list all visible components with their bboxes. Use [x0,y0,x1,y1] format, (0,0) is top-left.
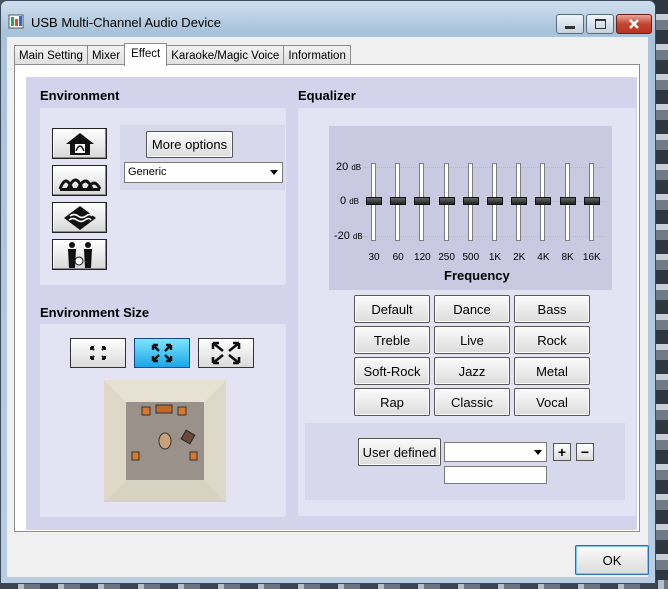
db-label-min: -20 dB [334,230,363,242]
room-size-medium-button[interactable] [134,338,190,368]
environment-preset-value: Generic [128,166,167,178]
room-size-small-button[interactable] [70,338,126,368]
eq-preset-jazz-button[interactable]: Jazz [434,357,510,385]
house-icon [65,132,94,155]
equalizer-title: Equalizer [298,88,356,103]
tab-karaoke-magic-voice[interactable]: Karaoke/Magic Voice [166,45,285,65]
window-title: USB Multi-Channel Audio Device [31,15,222,30]
eq-slider-60[interactable] [390,163,407,241]
eq-slider-8K[interactable] [559,163,576,241]
eq-slider-30[interactable] [366,163,382,241]
db-max-value: 20 [336,161,349,173]
env-underwater-button[interactable] [52,202,107,233]
eq-slider-thumb[interactable] [511,197,528,205]
close-icon [629,19,639,29]
app-icon [8,14,24,29]
eq-slider-500[interactable] [462,163,479,241]
eq-band-label: 8K [561,252,574,263]
db-zero-value: 0 [340,195,347,207]
eq-preset-rap-button[interactable]: Rap [354,388,430,416]
eq-preset-vocal-button[interactable]: Vocal [514,388,590,416]
minimize-icon [565,25,575,29]
eq-band-label: 30 [368,252,380,263]
user-defined-button[interactable]: User defined [358,438,441,466]
preset-name-input[interactable] [444,466,547,484]
eq-band-label: 60 [392,252,404,263]
maximize-icon [594,19,606,29]
env-opera-house-button[interactable] [52,165,107,196]
eq-slider-16K[interactable] [583,163,600,241]
eq-slider-thumb[interactable] [535,197,552,205]
minimize-button[interactable] [556,14,584,34]
eq-slider-thumb[interactable] [414,197,431,205]
frequency-axis-label: Frequency [444,268,510,283]
eq-preset-rock-button[interactable]: Rock [514,326,590,354]
db-max-unit: dB [351,163,362,172]
eq-band-label: 120 [414,252,431,263]
tab-strip: Main Setting Mixer Effect Karaoke/Magic … [14,43,351,66]
tab-effect[interactable]: Effect [124,43,168,66]
eq-slider-120[interactable] [414,163,431,241]
environment-preset-select[interactable]: Generic [124,162,283,183]
eq-slider-thumb[interactable] [487,197,503,205]
db-min-value: -20 [334,230,350,242]
env-house-button[interactable] [52,128,107,159]
eq-band-label: 1K [488,252,502,263]
eq-preset-soft-rock-button[interactable]: Soft-Rock [354,357,430,385]
ok-button[interactable]: OK [575,545,649,575]
medium-room-icon [151,343,173,363]
user-defined-select[interactable] [444,442,547,462]
plus-icon: + [557,444,567,460]
opera-house-icon [58,178,101,191]
eq-slider-4K[interactable] [535,163,552,241]
db-zero-unit: dB [349,197,359,206]
musicians-icon [67,241,92,268]
eq-preset-metal-button[interactable]: Metal [514,357,590,385]
environment-size-title: Environment Size [40,305,150,320]
chevron-down-icon [270,170,278,175]
eq-preset-dance-button[interactable]: Dance [434,295,510,323]
eq-band-label: 250 [438,252,455,263]
environment-title: Environment [40,88,120,103]
small-room-icon [90,346,106,360]
eq-band-label: 16K [582,252,601,263]
eq-slider-thumb[interactable] [559,197,576,205]
tab-information[interactable]: Information [283,45,351,65]
db-label-zero: 0 dB [340,195,359,207]
eq-slider-1K[interactable] [487,163,503,241]
eq-preset-default-button[interactable]: Default [354,295,430,323]
eq-slider-thumb[interactable] [366,197,382,205]
title-bar[interactable]: USB Multi-Channel Audio Device [1,1,655,37]
room-preview-image [104,380,226,502]
tab-mixer[interactable]: Mixer [86,45,126,65]
eq-slider-thumb[interactable] [438,197,455,205]
large-room-icon [211,341,241,365]
close-button[interactable] [616,14,652,34]
eq-preset-bass-button[interactable]: Bass [514,295,590,323]
eq-slider-2K[interactable] [511,163,528,241]
eq-slider-thumb[interactable] [462,197,479,205]
room-size-large-button[interactable] [198,338,254,368]
env-musicians-button[interactable] [52,239,107,270]
eq-slider-250[interactable] [438,163,455,241]
underwater-icon [63,205,96,230]
eq-band-label: 2K [513,252,526,263]
more-options-button[interactable]: More options [146,131,233,158]
maximize-button[interactable] [586,14,614,34]
eq-preset-classic-button[interactable]: Classic [434,388,510,416]
chevron-down-icon [534,450,542,455]
eq-preset-treble-button[interactable]: Treble [354,326,430,354]
minus-icon: − [580,444,590,460]
eq-preset-live-button[interactable]: Live [434,326,510,354]
eq-slider-thumb[interactable] [583,197,600,205]
db-label-max: 20 dB [336,161,361,173]
db-min-unit: dB [352,232,363,241]
add-preset-button[interactable]: + [553,443,571,461]
tab-main-setting[interactable]: Main Setting [14,45,88,65]
eq-band-label: 500 [462,252,480,263]
eq-band-label: 4K [537,252,550,263]
eq-slider-thumb[interactable] [390,197,407,205]
remove-preset-button[interactable]: − [576,443,594,461]
